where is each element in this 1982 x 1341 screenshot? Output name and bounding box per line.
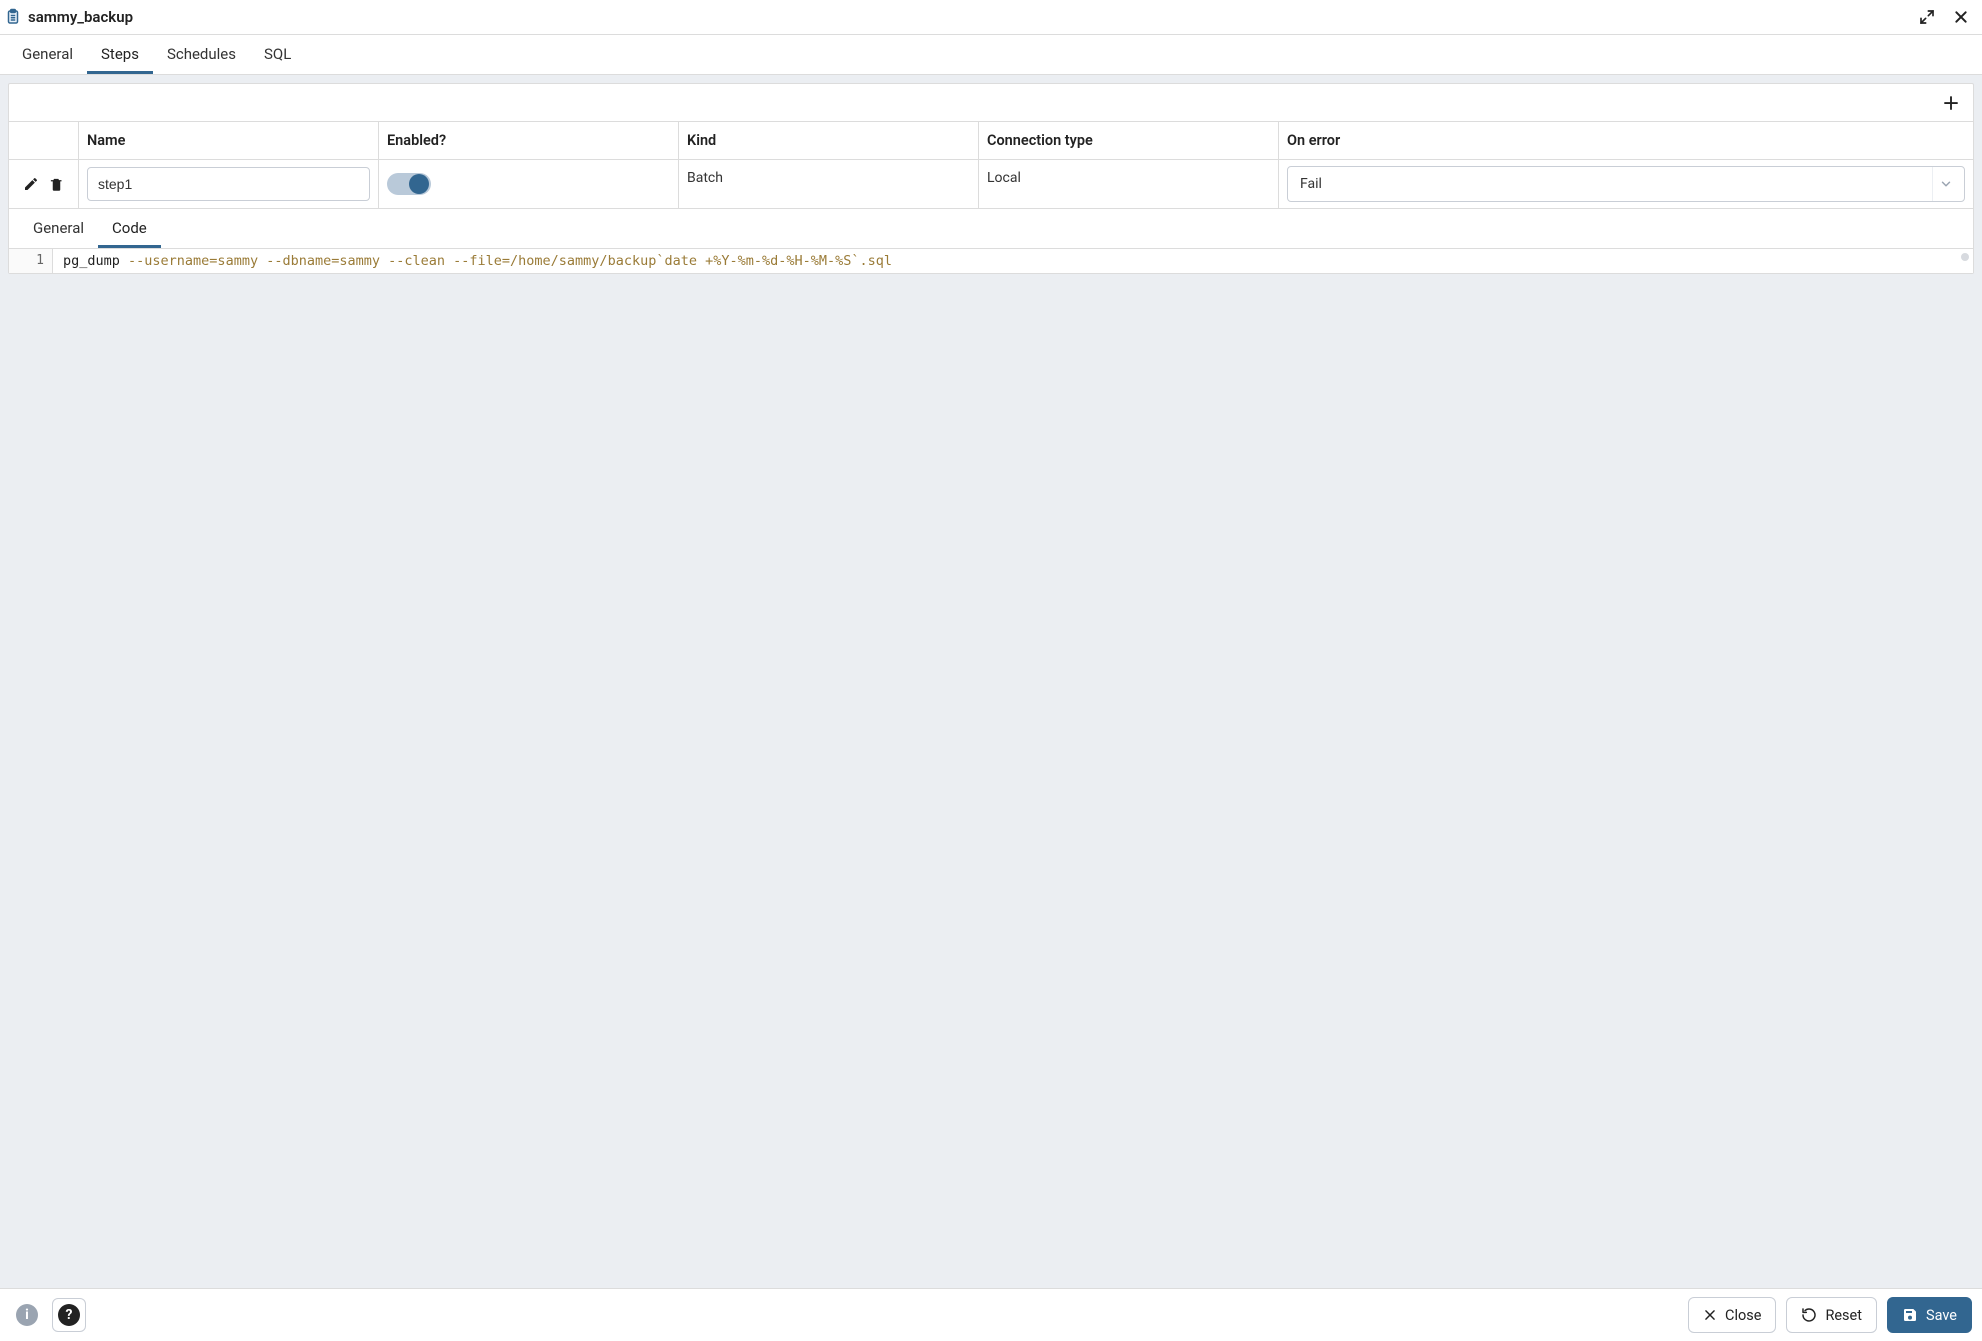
tab-schedules[interactable]: Schedules xyxy=(153,35,250,74)
table-row: Batch Local Fail xyxy=(9,160,1973,209)
help-icon: ? xyxy=(58,1304,80,1326)
enabled-toggle[interactable] xyxy=(387,173,431,195)
tab-sql[interactable]: SQL xyxy=(250,35,305,74)
line-number: 1 xyxy=(36,253,44,268)
close-label: Close xyxy=(1725,1307,1761,1324)
scroll-indicator-icon xyxy=(1961,253,1969,261)
onerror-select[interactable]: Fail xyxy=(1287,166,1965,202)
reset-button[interactable]: Reset xyxy=(1786,1297,1877,1333)
col-header-name: Name xyxy=(79,122,379,159)
close-button[interactable]: Close xyxy=(1688,1297,1776,1333)
code-gutter: 1 xyxy=(9,249,53,273)
grid-header: Name Enabled? Kind Connection type On er… xyxy=(9,122,1973,160)
step-name-input[interactable] xyxy=(87,167,370,201)
edit-icon[interactable] xyxy=(21,174,41,194)
close-icon[interactable] xyxy=(1950,6,1972,28)
subtab-code[interactable]: Code xyxy=(98,209,161,248)
connection-cell: Local xyxy=(979,160,1279,208)
code-args: --username=sammy --dbname=sammy --clean … xyxy=(128,253,892,269)
col-header-kind: Kind xyxy=(679,122,979,159)
code-content[interactable]: pg_dump --username=sammy --dbname=sammy … xyxy=(53,249,1973,273)
tab-steps[interactable]: Steps xyxy=(87,35,153,74)
window-title: sammy_backup xyxy=(28,8,133,26)
clipboard-icon xyxy=(4,8,22,26)
info-icon: i xyxy=(16,1304,38,1326)
save-icon xyxy=(1902,1307,1918,1323)
help-button[interactable]: ? xyxy=(52,1298,86,1332)
tab-general[interactable]: General xyxy=(8,35,87,74)
titlebar: sammy_backup xyxy=(0,0,1982,35)
subtab-general[interactable]: General xyxy=(19,209,98,248)
kind-cell: Batch xyxy=(679,160,979,208)
add-row-button[interactable] xyxy=(1937,89,1965,117)
grid-toolbar xyxy=(9,84,1973,122)
info-button[interactable]: i xyxy=(10,1298,44,1332)
reset-label: Reset xyxy=(1825,1307,1862,1324)
col-header-enabled: Enabled? xyxy=(379,122,679,159)
close-x-icon xyxy=(1703,1308,1717,1322)
code-command: pg_dump xyxy=(63,253,128,269)
trash-icon[interactable] xyxy=(47,174,67,194)
step-subtabs: General Code xyxy=(9,209,1973,249)
code-editor[interactable]: 1 pg_dump --username=sammy --dbname=samm… xyxy=(9,249,1973,273)
onerror-value: Fail xyxy=(1300,176,1322,192)
col-header-connection: Connection type xyxy=(979,122,1279,159)
footer: i ? Close xyxy=(0,1288,1982,1341)
expand-icon[interactable] xyxy=(1916,6,1938,28)
reset-icon xyxy=(1801,1307,1817,1323)
chevron-down-icon xyxy=(1932,167,1958,201)
steps-panel: Name Enabled? Kind Connection type On er… xyxy=(8,83,1974,274)
save-button[interactable]: Save xyxy=(1887,1297,1972,1333)
main-tabs: General Steps Schedules SQL xyxy=(0,35,1982,75)
save-label: Save xyxy=(1926,1307,1957,1324)
content-area: Name Enabled? Kind Connection type On er… xyxy=(0,75,1982,1288)
col-header-onerror: On error xyxy=(1279,122,1973,159)
